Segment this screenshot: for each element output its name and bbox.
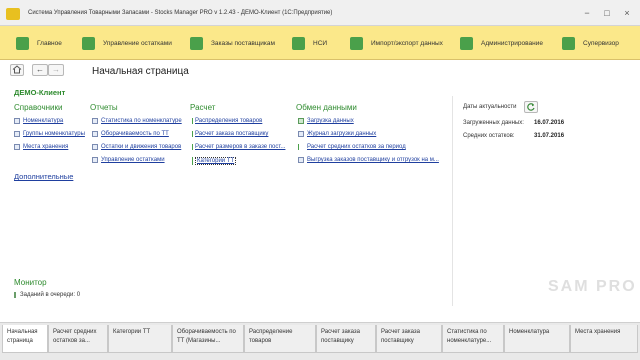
navigation-bar: ← → Начальная страница <box>0 60 640 82</box>
home-icon <box>16 36 29 50</box>
link-stock-movements[interactable]: Остатки и движения товаров <box>92 144 181 150</box>
tab-average-stock[interactable]: Расчет средних остатков за... <box>48 325 108 353</box>
report-icon <box>92 118 98 124</box>
monitor-title: Монитор <box>14 278 47 287</box>
tab-nomenclature-stats[interactable]: Статистика по номенклатуре... <box>442 325 504 353</box>
refresh-button[interactable] <box>524 101 538 113</box>
export-icon <box>298 157 304 163</box>
close-button[interactable]: × <box>620 6 634 20</box>
reference-data-icon <box>292 36 305 50</box>
loaded-data-label: Загруженных данных: <box>463 120 524 126</box>
link-nomenclature-groups[interactable]: Группы номенклатуры <box>14 131 85 137</box>
section-orders[interactable]: Заказы поставщикам <box>190 32 275 54</box>
tab-storage-places[interactable]: Места хранения <box>570 325 638 353</box>
section-label: Импорт/экспорт данных <box>371 39 443 47</box>
tab-home[interactable]: Начальная страница <box>2 325 48 353</box>
app-logo-icon <box>6 8 20 20</box>
link-order-size-calc[interactable]: Расчет размеров в заказе пост... <box>192 144 285 150</box>
forward-button[interactable]: → <box>48 64 64 76</box>
average-stock-label: Средних остатков: <box>463 133 515 139</box>
link-nomenclature-stats[interactable]: Статистика по номенклатуре <box>92 118 182 124</box>
section-stock[interactable]: Управление остатками <box>82 32 172 54</box>
divider <box>452 96 453 306</box>
tab-supplier-order-1[interactable]: Расчет заказа поставщику <box>316 325 376 353</box>
catalog-icon <box>14 144 20 150</box>
section-label: НСИ <box>313 39 328 47</box>
data-exchange-heading: Обмен данными <box>296 103 357 112</box>
maximize-button[interactable]: □ <box>600 6 614 20</box>
section-label: Супервизор <box>583 39 619 47</box>
section-label: Администрирование <box>481 39 543 47</box>
watermark-text: SAM PRO <box>548 278 637 295</box>
load-icon <box>298 118 304 124</box>
refresh-icon <box>527 103 535 111</box>
section-admin[interactable]: Администрирование <box>460 32 543 54</box>
average-stock-date: 31.07.2016 <box>534 133 565 139</box>
tab-nomenclature[interactable]: Номенклатура <box>504 325 570 353</box>
section-label: Главное <box>37 39 62 47</box>
tab-distribution[interactable]: Распределение товаров <box>244 325 316 353</box>
title-bar: Система Управления Товарными Запасами - … <box>0 0 640 26</box>
more-link[interactable]: Дополнительные <box>14 172 73 181</box>
back-button[interactable]: ← <box>32 64 48 76</box>
client-name: ДЕМО-Клиент <box>14 88 66 97</box>
report-icon <box>92 157 98 163</box>
dates-title: Даты актуальности <box>463 104 517 110</box>
catalog-icon <box>14 131 20 137</box>
loaded-data-date: 16.07.2016 <box>534 120 565 126</box>
admin-icon <box>460 36 473 50</box>
home-button[interactable] <box>10 64 24 76</box>
section-import-export[interactable]: Импорт/экспорт данных <box>350 32 443 54</box>
supervisor-icon <box>562 36 575 50</box>
section-label: Заказы поставщикам <box>211 39 275 47</box>
section-nsi[interactable]: НСИ <box>292 32 327 54</box>
calculation-heading: Расчет <box>190 103 216 112</box>
tab-store-categories[interactable]: Категории ТТ <box>108 325 172 353</box>
link-storage-places[interactable]: Места хранения <box>14 144 68 150</box>
open-windows-bar: Начальная страница Расчет средних остатк… <box>0 322 640 360</box>
window-title: Система Управления Товарными Запасами - … <box>28 10 333 16</box>
tab-turnover[interactable]: Оборачиваемость по ТТ (Магазины... <box>172 325 244 353</box>
report-icon <box>92 131 98 137</box>
import-export-icon <box>350 36 363 50</box>
section-label: Управление остатками <box>103 39 172 47</box>
section-main[interactable]: Главное <box>16 32 62 54</box>
tab-supplier-order-2[interactable]: Расчет заказа поставщику <box>376 325 442 353</box>
link-average-stock-calc[interactable]: Расчет средних остатков за период <box>298 144 406 150</box>
link-load-journal[interactable]: Журнал загрузки данных <box>298 131 376 137</box>
link-supplier-order-calc[interactable]: Расчет заказа поставщику <box>192 131 268 137</box>
journal-icon <box>298 131 304 137</box>
link-goods-distribution[interactable]: Распределения товаров <box>192 118 262 124</box>
process-icon <box>298 144 304 150</box>
link-data-load[interactable]: Загрузка данных <box>298 118 354 124</box>
link-turnover-by-store[interactable]: Оборачиваемость по ТТ <box>92 131 169 137</box>
queue-status: Заданий в очереди: 0 <box>14 292 80 298</box>
stock-icon <box>82 36 95 50</box>
link-stock-management[interactable]: Управление остатками <box>92 157 165 163</box>
catalog-icon <box>14 118 20 124</box>
reports-heading: Отчеты <box>90 103 118 112</box>
page-title: Начальная страница <box>92 66 189 77</box>
orders-icon <box>190 36 203 50</box>
section-panel: Главное Управление остатками Заказы пост… <box>0 26 640 60</box>
link-nomenclature[interactable]: Номенклатура <box>14 118 63 124</box>
section-supervisor[interactable]: Супервизор <box>562 32 619 54</box>
catalogs-heading: Справочники <box>14 103 63 112</box>
minimize-button[interactable]: − <box>580 6 594 20</box>
report-icon <box>92 144 98 150</box>
house-icon <box>12 65 22 74</box>
link-export-orders[interactable]: Выгрузка заказов поставщику и отгрузок н… <box>298 157 439 163</box>
link-store-categories[interactable]: Категории ТТ <box>192 157 237 165</box>
watermark: SAM PRO <box>548 270 640 330</box>
